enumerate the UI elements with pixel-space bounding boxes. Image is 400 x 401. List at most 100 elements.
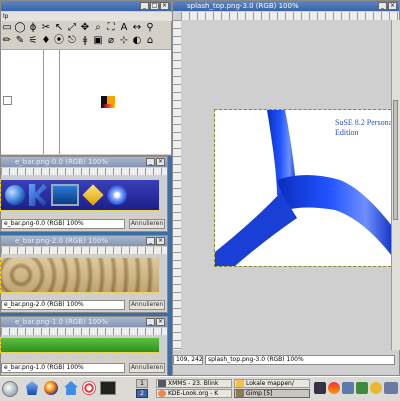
close-button[interactable]: × — [156, 237, 165, 245]
image1-titlebar[interactable]: e_bar.png-0.0 (RGB) 100% — [1, 157, 167, 167]
task-lokale-mappen[interactable]: Lokale mappen/ — [234, 379, 310, 388]
r1-tool-9-icon[interactable]: A — [118, 22, 130, 34]
r2-tool-8-icon[interactable]: ⌀ — [105, 35, 117, 47]
image3-ruler — [1, 328, 167, 335]
konqueror-icon[interactable] — [26, 381, 38, 395]
canvas-text-line2: Edition — [335, 128, 359, 137]
tool-row-1: ▭ ◯ ϕ ✂ ↖ ⤢ ✥ ⌕ ⛶ A ↔ ⚲ — [1, 22, 173, 34]
canvas-area[interactable]: SuSE 8.2 Personal Edition — [181, 20, 399, 350]
terminal-icon[interactable] — [100, 381, 116, 395]
minimize-button[interactable]: _ — [146, 318, 155, 326]
pager: 1 2 — [120, 379, 150, 399]
pager-desktop-2[interactable]: 2 — [136, 389, 148, 398]
bg-color[interactable] — [107, 96, 115, 104]
image2-status: e_bar.png-2.0 (RGB) 100% — [1, 300, 125, 310]
close-button[interactable]: × — [388, 2, 397, 10]
kde-look-icon — [158, 390, 166, 397]
fg-bg-color-swatch[interactable] — [101, 96, 115, 108]
r2-tool-5-icon[interactable]: ⎋ — [66, 35, 78, 47]
r1-tool-3-icon[interactable]: ✂ — [40, 22, 52, 34]
globe-icon — [5, 185, 25, 205]
r2-tool-11-icon[interactable]: ⌂ — [144, 35, 156, 47]
box-icon — [82, 184, 104, 206]
gradient-preview[interactable] — [101, 104, 115, 108]
task-kde-look-label: KDE-Look.org - K — [168, 390, 219, 397]
monitor-icon — [51, 184, 79, 206]
tray-app-icon-2[interactable] — [328, 382, 340, 394]
task-gimp-label: Gimp [5] — [246, 390, 273, 397]
r2-tool-1-icon[interactable]: ✎ — [14, 35, 26, 47]
tray-app-icon-3[interactable] — [342, 382, 354, 394]
image2-canvas[interactable] — [0, 255, 167, 297]
image1-cancel-button[interactable]: Annulieren — [129, 219, 165, 229]
image-canvas[interactable]: SuSE 8.2 Personal Edition — [214, 109, 396, 267]
r1-tool-4-icon[interactable]: ↖ — [53, 22, 65, 34]
help-icon[interactable] — [82, 381, 96, 395]
image-window-3: e_bar.png-1.0 (RGB) 100% _ × e_bar.png-1… — [0, 316, 168, 376]
r2-tool-9-icon[interactable]: ⊹ — [118, 35, 130, 47]
browser-icon[interactable] — [44, 381, 58, 395]
menu-fragment[interactable]: lp — [3, 13, 8, 20]
brush-preview[interactable] — [3, 96, 12, 105]
k-icon — [29, 184, 47, 206]
home-icon[interactable] — [64, 381, 78, 395]
image3-status: e_bar.png-1.0 (RGB) 100% — [1, 363, 125, 373]
r1-tool-1-icon[interactable]: ◯ — [14, 22, 26, 34]
r1-tool-5-icon[interactable]: ⤢ — [66, 22, 78, 34]
scroll-thumb[interactable] — [393, 100, 398, 220]
close-button[interactable]: × — [156, 158, 165, 166]
xmms-icon — [158, 380, 166, 387]
tray-app-icon-4[interactable] — [356, 382, 368, 394]
r2-tool-10-icon[interactable]: ◐ — [131, 35, 143, 47]
image3-window-buttons: _ × — [146, 318, 165, 326]
close-button[interactable]: × — [156, 318, 165, 326]
main-titlebar[interactable]: splash_top.png-3.0 (RGB) 100% — [173, 1, 399, 11]
minimize-button[interactable]: _ — [378, 2, 387, 10]
green-bar-image — [0, 337, 160, 353]
tray-app-icon-5[interactable] — [384, 382, 398, 394]
horizontal-ruler — [181, 12, 399, 20]
image1-ruler — [1, 168, 167, 175]
r2-tool-0-icon[interactable]: ✏ — [1, 35, 13, 47]
r2-tool-3-icon[interactable]: ♦ — [40, 35, 52, 47]
r2-tool-7-icon[interactable]: ▣ — [92, 35, 104, 47]
main-status: splash_top.png-3.0 (RGB) 100% — [205, 355, 395, 365]
folder-icon — [236, 380, 244, 387]
r1-tool-0-icon[interactable]: ▭ — [1, 22, 13, 34]
maximize-button[interactable]: □ — [150, 2, 159, 10]
pager-desktop-1[interactable]: 1 — [136, 379, 148, 388]
minimize-button[interactable]: _ — [146, 158, 155, 166]
task-gimp[interactable]: Gimp [5] — [234, 389, 310, 398]
disc-icon — [107, 185, 127, 205]
r1-tool-11-icon[interactable]: ⚲ — [144, 22, 156, 34]
gimp-icon — [236, 390, 244, 397]
image1-canvas[interactable] — [0, 176, 167, 216]
r1-tool-7-icon[interactable]: ⌕ — [92, 22, 104, 34]
close-button[interactable]: × — [160, 2, 169, 10]
r1-tool-6-icon[interactable]: ✥ — [79, 22, 91, 34]
image3-cancel-button[interactable]: Annulieren — [129, 363, 165, 373]
image2-cancel-button[interactable]: Annulieren — [129, 300, 165, 310]
image2-titlebar[interactable]: e_bar.png-2.0 (RGB) 100% — [1, 236, 167, 246]
area-divider-2 — [59, 50, 60, 154]
minimize-button[interactable]: _ — [140, 2, 149, 10]
taskbar: 1 2 XMMS - 23. Blink Lokale mappen/ KDE-… — [0, 376, 400, 401]
speaker-icon[interactable] — [370, 382, 382, 394]
minimize-button[interactable]: _ — [146, 237, 155, 245]
canvas-text-line1: SuSE 8.2 Personal — [335, 118, 395, 127]
r2-tool-4-icon[interactable]: ⦿ — [53, 35, 65, 47]
task-xmms[interactable]: XMMS - 23. Blink — [156, 379, 232, 388]
vertical-ruler — [173, 20, 181, 350]
r2-tool-2-icon[interactable]: ⚟ — [27, 35, 39, 47]
image3-canvas[interactable] — [0, 336, 167, 358]
image3-titlebar[interactable]: e_bar.png-1.0 (RGB) 100% — [1, 317, 167, 327]
r2-tool-6-icon[interactable]: ǂ — [79, 35, 91, 47]
tray-app-icon-1[interactable] — [314, 382, 326, 394]
main-vertical-scrollbar[interactable] — [391, 20, 400, 350]
task-kde-look[interactable]: KDE-Look.org - K — [156, 389, 232, 398]
r1-tool-10-icon[interactable]: ↔ — [131, 22, 143, 34]
r1-tool-2-icon[interactable]: ϕ — [27, 22, 39, 34]
toolbox-window: _ □ × lp ▭ ◯ ϕ ✂ ↖ ⤢ ✥ ⌕ ⛶ A ↔ ⚲ ✏ ✎ ⚟ ♦ ⦿ ⎋ ǂ ▣ ⌀ ⊹ ◐ ⌂ — [0, 0, 173, 156]
r1-tool-8-icon[interactable]: ⛶ — [105, 22, 117, 34]
kde-menu-icon[interactable] — [2, 381, 18, 397]
